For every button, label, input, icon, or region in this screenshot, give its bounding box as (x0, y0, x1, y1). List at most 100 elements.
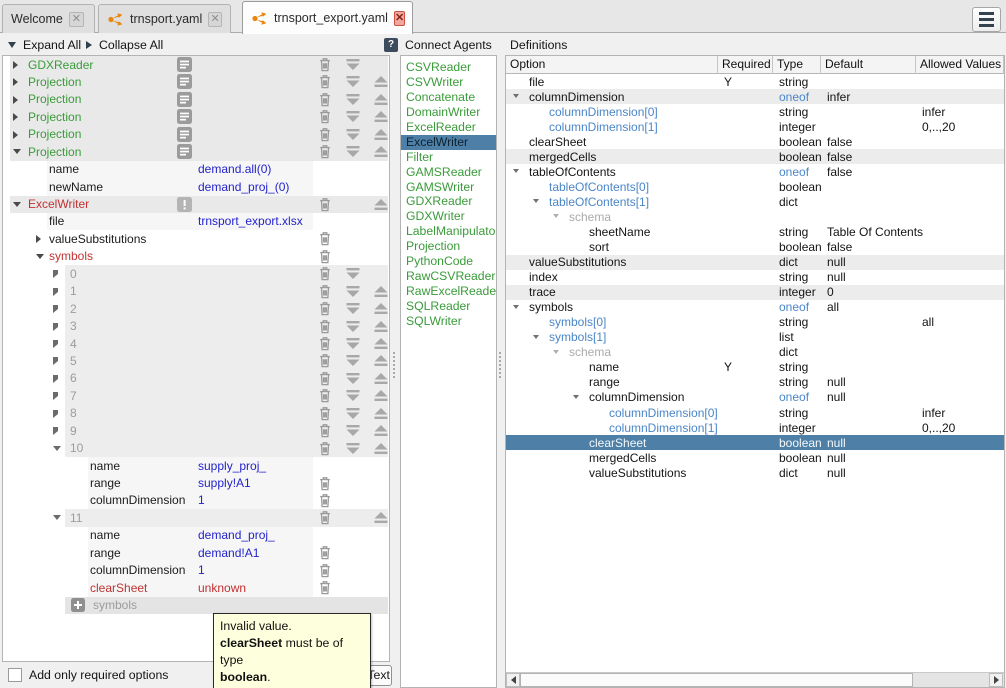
tree-row[interactable]: Projection (3, 143, 389, 160)
expand-arrow-icon[interactable] (13, 78, 18, 86)
definition-row[interactable]: sheetNamestringTable Of Contents (506, 224, 1004, 239)
move-up-button[interactable] (372, 510, 390, 525)
move-up-button[interactable] (372, 144, 390, 159)
delete-button[interactable] (316, 388, 334, 403)
definition-row[interactable]: columnDimension[1]integer0,..,20 (506, 119, 1004, 134)
move-down-button[interactable] (344, 319, 362, 334)
move-up-button[interactable] (372, 371, 390, 386)
horizontal-scrollbar[interactable] (506, 672, 1004, 687)
tree-row[interactable]: Projection (3, 91, 389, 108)
definition-row[interactable]: schemadict (506, 345, 1004, 360)
definition-row[interactable]: indexstringnull (506, 270, 1004, 285)
move-up-button[interactable] (372, 423, 390, 438)
expand-arrow-icon[interactable] (53, 288, 58, 296)
column-header-option[interactable]: Option (506, 56, 718, 74)
move-down-button[interactable] (344, 441, 362, 456)
delete-button[interactable] (316, 74, 334, 89)
tree-row[interactable]: rangedemand!A1 (3, 544, 389, 561)
tree-row[interactable]: 11 (3, 509, 389, 526)
agent-list-item-excelwriter[interactable]: ExcelWriter (401, 135, 496, 150)
tree-row[interactable]: 4 (3, 335, 389, 352)
tree-row[interactable]: columnDimension1 (3, 562, 389, 579)
move-up-button[interactable] (372, 336, 390, 351)
move-up-button[interactable] (372, 127, 390, 142)
expand-arrow-icon[interactable] (13, 113, 18, 121)
tree-row[interactable]: 1 (3, 283, 389, 300)
agent-list-item-gamswriter[interactable]: GAMSWriter (401, 180, 496, 195)
tab-close-button[interactable]: ✕ (208, 12, 222, 27)
delete-button[interactable] (316, 423, 334, 438)
tree-row[interactable]: Projection (3, 108, 389, 125)
splitter-handle[interactable] (393, 352, 397, 378)
tree-row-value[interactable]: unknown (198, 581, 312, 595)
expand-arrow-icon[interactable] (53, 427, 58, 435)
tree-row[interactable]: 2 (3, 300, 389, 317)
definition-row[interactable]: rangestringnull (506, 375, 1004, 390)
tree-row-value[interactable]: demand_proj_ (198, 528, 312, 542)
tree-row-value[interactable]: demand.all(0) (198, 162, 312, 176)
tree-row[interactable]: 7 (3, 387, 389, 404)
definition-row[interactable]: columnDimension[1]integer0,..,20 (506, 420, 1004, 435)
agent-list-item-rawexcelreader[interactable]: RawExcelReader (401, 284, 496, 299)
expand-arrow-icon[interactable] (13, 61, 18, 69)
delete-button[interactable] (316, 510, 334, 525)
definition-row[interactable]: sortbooleanfalse (506, 240, 1004, 255)
definition-row[interactable]: valueSubstitutionsdictnull (506, 255, 1004, 270)
delete-button[interactable] (316, 284, 334, 299)
move-up-button[interactable] (372, 109, 390, 124)
move-up-button[interactable] (372, 92, 390, 107)
agent-list-item-concatenate[interactable]: Concatenate (401, 90, 496, 105)
collapse-arrow-icon[interactable] (533, 335, 539, 339)
move-down-button[interactable] (344, 127, 362, 142)
agent-list-item-labelmanipulator[interactable]: LabelManipulator (401, 224, 496, 239)
tab-welcome[interactable]: Welcome✕ (2, 4, 95, 33)
collapse-arrow-icon[interactable] (553, 214, 559, 218)
collapse-arrow-icon[interactable] (513, 94, 519, 98)
move-down-button[interactable] (344, 336, 362, 351)
collapse-arrow-icon[interactable] (513, 305, 519, 309)
delete-button[interactable] (316, 545, 334, 560)
definition-row[interactable]: columnDimensiononeofnull (506, 390, 1004, 405)
expand-arrow-icon[interactable] (53, 375, 58, 383)
move-up-button[interactable] (372, 406, 390, 421)
move-up-button[interactable] (372, 388, 390, 403)
expand-arrow-icon[interactable] (53, 323, 58, 331)
collapse-arrow-icon[interactable] (13, 202, 21, 207)
move-down-button[interactable] (344, 109, 362, 124)
delete-button[interactable] (316, 197, 334, 212)
move-down-button[interactable] (344, 371, 362, 386)
column-header-required[interactable]: Required (718, 56, 773, 74)
definition-row[interactable]: clearSheetbooleanfalse (506, 134, 1004, 149)
delete-button[interactable] (316, 92, 334, 107)
tree-row[interactable]: 8 (3, 405, 389, 422)
delete-button[interactable] (316, 476, 334, 491)
definition-row[interactable]: columnDimension[0]stringinfer (506, 104, 1004, 119)
splitter-handle[interactable] (499, 352, 503, 378)
tree-row-value[interactable]: 1 (198, 493, 312, 507)
column-header-allowed-values[interactable]: Allowed Values (916, 56, 1004, 74)
scrollbar-thumb[interactable] (520, 673, 913, 687)
delete-button[interactable] (316, 231, 334, 246)
expand-arrow-icon[interactable] (53, 270, 58, 278)
tree-row-value[interactable]: demand!A1 (198, 546, 312, 560)
move-up-button[interactable] (372, 353, 390, 368)
definition-row[interactable]: mergedCellsbooleannull (506, 450, 1004, 465)
column-header-type[interactable]: Type (773, 56, 821, 74)
move-up-button[interactable] (372, 74, 390, 89)
agent-list-item-gdxreader[interactable]: GDXReader (401, 194, 496, 209)
move-down-button[interactable] (344, 57, 362, 72)
move-down-button[interactable] (344, 144, 362, 159)
add-symbols-button[interactable] (71, 598, 85, 615)
expand-arrow-icon[interactable] (13, 96, 18, 104)
tree-row[interactable]: valueSubstitutions (3, 230, 389, 247)
definition-row[interactable]: nameYstring (506, 360, 1004, 375)
agent-list-item-filter[interactable]: Filter (401, 150, 496, 165)
definition-row[interactable]: symbols[0]stringall (506, 315, 1004, 330)
tree-row[interactable]: namesupply_proj_ (3, 457, 389, 474)
delete-button[interactable] (316, 493, 334, 508)
definition-row[interactable]: fileYstring (506, 74, 1004, 89)
tree-row[interactable]: columnDimension1 (3, 492, 389, 509)
move-down-button[interactable] (344, 388, 362, 403)
tab-close-button[interactable]: ✕ (69, 12, 84, 27)
agent-list-item-sqlwriter[interactable]: SQLWriter (401, 314, 496, 329)
